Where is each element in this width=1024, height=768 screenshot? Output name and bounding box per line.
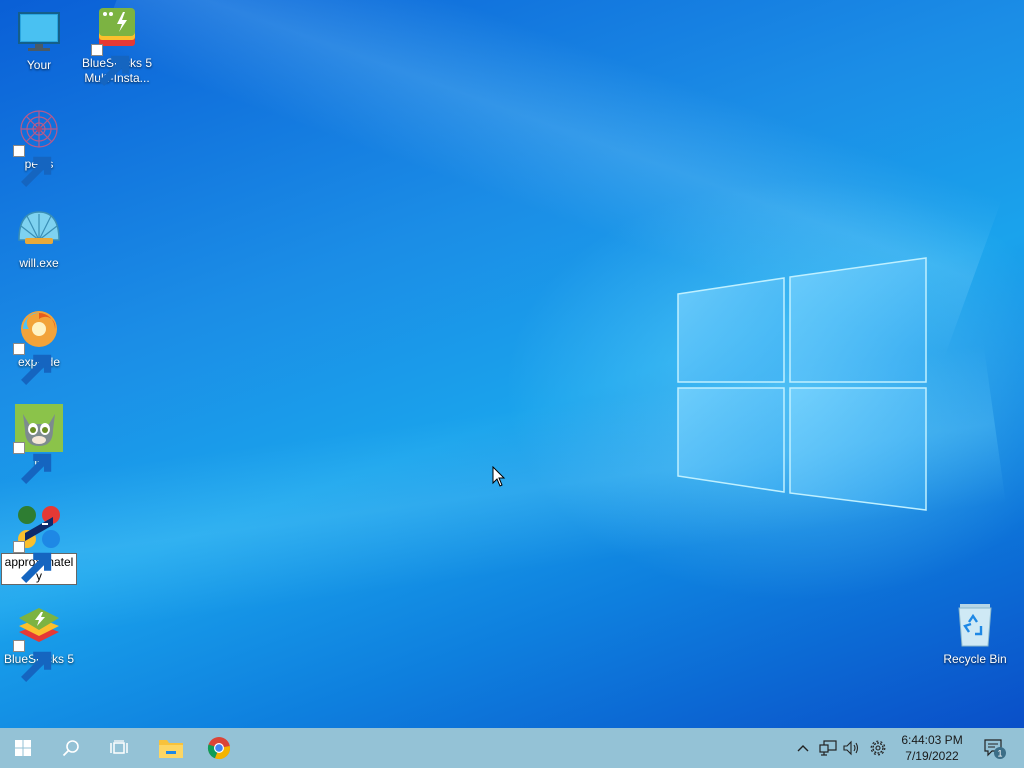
taskbar-clock[interactable]: 6:44:03 PM 7/19/2022	[896, 728, 968, 768]
desktop-icon-your[interactable]: Your	[1, 8, 77, 73]
start-button[interactable]	[0, 728, 46, 768]
desktop-background[interactable]: Your BlueStacks 5 Multi-Insta... penis w…	[0, 0, 1024, 728]
show-hidden-icons-button[interactable]	[794, 728, 812, 768]
desktop-icon-bluestacks[interactable]: BlueStacks 5	[1, 602, 77, 682]
desktop-icon-pattern[interactable]: penis	[1, 107, 77, 187]
network-icon	[819, 740, 837, 756]
chevron-up-icon	[797, 745, 809, 752]
windows-start-icon	[15, 740, 31, 756]
mouse-cursor-icon	[492, 466, 506, 487]
shortcut-arrow-icon	[13, 145, 52, 187]
settings-button[interactable]	[866, 728, 890, 768]
shortcut-arrow-icon	[13, 541, 52, 583]
chrome-button[interactable]	[196, 728, 242, 768]
action-center-button[interactable]: 1	[978, 728, 1010, 768]
volume-icon	[843, 740, 859, 756]
search-icon	[62, 740, 79, 757]
notification-count: 1	[997, 749, 1002, 759]
bluestacks-multi-icon	[91, 6, 141, 86]
desktop-icon-label: Recycle Bin	[943, 652, 1007, 666]
desktop-icon-label: will.exe	[19, 256, 59, 270]
notification-icon: 1	[984, 739, 1006, 759]
swirl-icon	[13, 305, 63, 385]
monitor-icon	[15, 8, 63, 56]
desktop-icon-approximately[interactable]: approximately	[1, 503, 77, 585]
file-explorer-button[interactable]	[148, 728, 194, 768]
desktop-icon-will-exe[interactable]: will.exe	[1, 206, 77, 271]
task-view-icon	[110, 740, 128, 754]
chrome-icon	[207, 737, 230, 760]
shell-icon	[15, 206, 63, 254]
desktop-icon-recycle-bin[interactable]: Recycle Bin	[937, 602, 1013, 667]
desktop-icon-bluestacks-multi[interactable]: BlueStacks 5 Multi-Insta...	[79, 6, 155, 86]
shortcut-arrow-icon	[13, 343, 52, 385]
network-button[interactable]	[816, 728, 840, 768]
shortcut-arrow-icon	[13, 640, 52, 682]
file-explorer-icon	[159, 740, 183, 758]
desktop-icon-explode[interactable]: explode	[1, 305, 77, 385]
colorful-app-icon	[13, 503, 63, 583]
desktop-icon-in[interactable]: in	[1, 404, 77, 484]
bluestacks-icon	[13, 602, 63, 682]
task-view-button[interactable]	[96, 728, 142, 768]
taskbar: 6:44:03 PM 7/19/2022 1	[0, 728, 1024, 768]
shortcut-arrow-icon	[13, 442, 52, 484]
talking-tom-icon	[13, 404, 63, 484]
volume-button[interactable]	[840, 728, 864, 768]
windows-logo-wallpaper	[677, 257, 927, 511]
clock-time: 6:44:03 PM	[901, 733, 963, 747]
clock-date: 7/19/2022	[905, 749, 959, 763]
recycle-bin-icon	[951, 602, 999, 650]
search-button[interactable]	[48, 728, 94, 768]
settings-gear-icon	[870, 740, 886, 756]
pattern-icon	[13, 107, 63, 187]
desktop-icon-label: Your	[26, 58, 52, 72]
shortcut-arrow-icon	[91, 44, 130, 86]
